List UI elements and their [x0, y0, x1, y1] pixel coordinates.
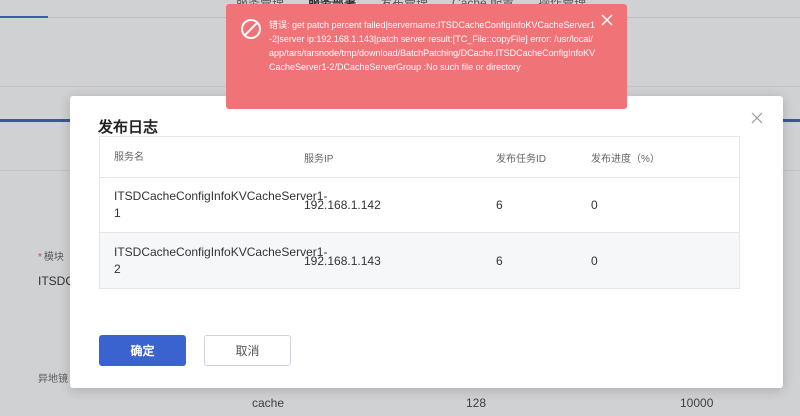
column-header-task-id: 发布任务ID — [496, 153, 546, 165]
close-icon[interactable] — [751, 112, 763, 126]
column-header-service-name: 服务名 — [114, 151, 144, 163]
table-header: 服务名 服务IP 发布任务ID 发布进度（%） — [100, 137, 739, 178]
cell-service-name: ITSDCacheConfigInfoKVCacheServer1-2 — [114, 244, 328, 276]
error-toast: 错误: get patch percent failed|servername:… — [226, 4, 627, 109]
publish-log-table: 服务名 服务IP 发布任务ID 发布进度（%） ITSDCacheConfigI… — [99, 136, 740, 289]
toast-close-icon[interactable] — [601, 14, 613, 28]
cell-task-id: 6 — [496, 198, 503, 212]
error-message: 错误: get patch percent failed|servername:… — [269, 20, 596, 72]
cell-service-name: ITSDCacheConfigInfoKVCacheServer1-1 — [114, 189, 328, 220]
cell-progress: 0 — [591, 253, 598, 268]
cell-progress: 0 — [591, 198, 598, 212]
cancel-button[interactable]: 取消 — [204, 335, 291, 366]
forbidden-icon — [240, 18, 262, 40]
cell-task-id: 6 — [496, 253, 503, 268]
column-header-progress: 发布进度（%） — [591, 153, 660, 165]
cell-service-ip: 192.168.1.143 — [304, 253, 381, 268]
confirm-button[interactable]: 确定 — [99, 335, 186, 366]
dialog-title: 发布日志 — [98, 118, 159, 136]
publish-log-dialog: 发布日志 服务名 服务IP 发布任务ID 发布进度（%） ITSDCacheCo… — [70, 96, 783, 388]
cell-service-ip: 192.168.1.142 — [304, 198, 381, 212]
table-row: ITSDCacheConfigInfoKVCacheServer1-1 192.… — [100, 178, 739, 233]
table-row: ITSDCacheConfigInfoKVCacheServer1-2 192.… — [100, 233, 739, 288]
column-header-service-ip: 服务IP — [304, 153, 334, 165]
